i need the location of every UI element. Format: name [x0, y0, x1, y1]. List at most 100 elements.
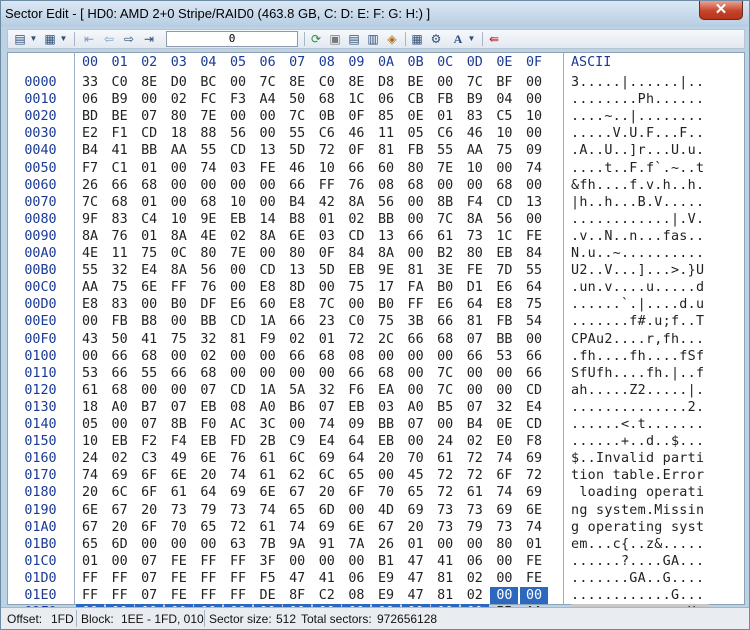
hex-byte-cell[interactable]: 73 — [461, 228, 489, 245]
hex-byte-cell[interactable]: 66 — [520, 365, 548, 382]
hex-byte-cell[interactable]: 01 — [135, 228, 163, 245]
columns-dropdown-icon[interactable]: ▼ — [59, 32, 68, 46]
hex-byte-cell[interactable]: 7E — [224, 245, 252, 262]
hex-byte-cell[interactable]: 05 — [76, 416, 104, 433]
hex-byte-cell[interactable]: 79 — [194, 502, 222, 519]
hex-byte-cell[interactable]: 06 — [461, 553, 489, 570]
hex-byte-cell[interactable]: 68 — [431, 331, 459, 348]
hex-byte-cell[interactable]: FF — [76, 570, 104, 587]
hex-byte-cell[interactable]: 65 — [283, 502, 311, 519]
hex-byte-cell[interactable]: 6E — [194, 450, 222, 467]
hex-byte-cell[interactable]: CD — [224, 382, 252, 399]
hex-byte-cell[interactable]: 20 — [402, 519, 430, 536]
hex-byte-cell[interactable]: 6E — [520, 502, 548, 519]
hex-byte-cell[interactable]: F9 — [254, 331, 282, 348]
hex-byte-cell[interactable]: 2B — [254, 433, 282, 450]
hex-byte-cell[interactable]: 6C — [283, 450, 311, 467]
hex-byte-cell[interactable]: 7D — [490, 262, 518, 279]
hex-byte-cell[interactable]: 00 — [520, 587, 548, 604]
hex-byte-cell[interactable]: 0F — [342, 108, 370, 125]
hex-byte-cell[interactable]: FF — [224, 587, 252, 604]
hex-byte-cell[interactable]: 74 — [313, 416, 341, 433]
hex-byte-cell[interactable]: 8A — [165, 228, 193, 245]
hex-byte-cell[interactable]: 07 — [402, 416, 430, 433]
close-button[interactable]: ✕ — [699, 1, 743, 20]
hex-byte-cell[interactable]: 88 — [194, 125, 222, 142]
hex-byte-cell[interactable]: A0 — [402, 399, 430, 416]
hex-byte-cell[interactable]: 00 — [402, 433, 430, 450]
hex-byte-cell[interactable]: 74 — [76, 467, 104, 484]
hex-byte-cell[interactable]: 11 — [106, 245, 134, 262]
hex-byte-cell[interactable]: 00 — [431, 536, 459, 553]
hex-byte-cell[interactable]: 7C — [461, 74, 489, 91]
hex-byte-cell[interactable]: 66 — [106, 177, 134, 194]
hex-byte-cell[interactable]: DE — [254, 587, 282, 604]
hex-byte-cell[interactable]: 6F — [490, 467, 518, 484]
ascii-text-cell[interactable]: ............|.V. — [571, 211, 739, 228]
hex-byte-cell[interactable]: 46 — [461, 125, 489, 142]
hex-byte-cell[interactable]: 7C — [431, 365, 459, 382]
hex-byte-cell[interactable]: 64 — [342, 433, 370, 450]
hex-byte-cell[interactable]: 6C — [313, 467, 341, 484]
hex-byte-cell[interactable]: FE — [461, 262, 489, 279]
hex-byte-cell[interactable]: B5 — [431, 399, 459, 416]
hex-byte-cell[interactable]: 0C — [165, 245, 193, 262]
hex-byte-cell[interactable]: 66 — [402, 228, 430, 245]
hex-byte-cell[interactable]: 54 — [520, 313, 548, 330]
hex-byte-cell[interactable]: 69 — [224, 484, 252, 501]
hex-byte-cell[interactable]: 00 — [135, 382, 163, 399]
hex-byte-cell[interactable]: 00 — [165, 536, 193, 553]
hex-byte-cell[interactable]: 00 — [520, 331, 548, 348]
hex-byte-cell[interactable]: 46 — [283, 160, 311, 177]
next-sector-icon[interactable]: ⇨ — [121, 32, 137, 46]
hex-byte-cell[interactable]: 81 — [224, 331, 252, 348]
hex-byte-cell[interactable]: E9 — [372, 587, 400, 604]
hex-byte-cell[interactable]: 00 — [254, 125, 282, 142]
hex-byte-cell[interactable]: EA — [372, 382, 400, 399]
hex-byte-cell[interactable]: 79 — [461, 519, 489, 536]
hex-byte-cell[interactable]: 66 — [402, 331, 430, 348]
hex-byte-cell[interactable]: 61 — [254, 519, 282, 536]
hex-byte-cell[interactable]: 8A — [76, 228, 104, 245]
hex-byte-cell[interactable]: 18 — [76, 399, 104, 416]
hex-byte-cell[interactable]: 00 — [402, 382, 430, 399]
hex-byte-cell[interactable]: 26 — [372, 536, 400, 553]
hex-byte-cell[interactable]: AA — [76, 279, 104, 296]
hex-byte-cell[interactable]: CD — [224, 313, 252, 330]
hex-byte-cell[interactable]: 6C — [106, 484, 134, 501]
hex-byte-cell[interactable]: 80 — [165, 108, 193, 125]
hex-byte-cell[interactable]: 00 — [224, 262, 252, 279]
hex-byte-cell[interactable]: 41 — [313, 570, 341, 587]
hex-byte-cell[interactable]: EB — [194, 399, 222, 416]
hex-byte-cell[interactable]: C9 — [283, 433, 311, 450]
ascii-text-cell[interactable]: CPAu2....r,fh... — [571, 331, 739, 348]
hex-byte-cell[interactable]: 63 — [224, 536, 252, 553]
hex-byte-cell[interactable]: 20 — [106, 519, 134, 536]
hex-byte-cell[interactable]: 69 — [402, 502, 430, 519]
hex-byte-cell[interactable]: 65 — [402, 484, 430, 501]
hex-byte-cell[interactable]: 07 — [461, 399, 489, 416]
save-all-icon[interactable]: ▤ — [346, 32, 362, 46]
hex-byte-cell[interactable]: 10 — [224, 194, 252, 211]
hex-byte-cell[interactable]: F5 — [254, 570, 282, 587]
hex-byte-cell[interactable]: 75 — [135, 245, 163, 262]
title-bar[interactable]: Sector Edit - [ HD0: AMD 2+0 Stripe/RAID… — [1, 1, 749, 27]
hex-byte-cell[interactable]: 04 — [490, 91, 518, 108]
hex-byte-cell[interactable]: 66 — [342, 160, 370, 177]
hex-byte-cell[interactable]: 06 — [76, 91, 104, 108]
hex-byte-cell[interactable]: AA — [461, 142, 489, 159]
hex-byte-cell[interactable]: 81 — [431, 587, 459, 604]
hex-byte-cell[interactable]: 8B — [431, 194, 459, 211]
font-icon[interactable]: A — [450, 32, 466, 46]
hex-byte-cell[interactable]: 20 — [194, 467, 222, 484]
hex-byte-cell[interactable]: 01 — [135, 194, 163, 211]
hex-byte-cell[interactable]: 10 — [461, 160, 489, 177]
hex-byte-cell[interactable]: DF — [194, 296, 222, 313]
hex-byte-cell[interactable]: 56 — [194, 262, 222, 279]
hex-byte-cell[interactable]: 00 — [165, 177, 193, 194]
hex-byte-cell[interactable]: 61 — [254, 450, 282, 467]
hex-byte-cell[interactable]: 02 — [194, 348, 222, 365]
ascii-text-cell[interactable]: |h..h...B.V..... — [571, 194, 739, 211]
hex-byte-cell[interactable]: 72 — [224, 519, 252, 536]
hex-byte-cell[interactable]: 00 — [402, 245, 430, 262]
